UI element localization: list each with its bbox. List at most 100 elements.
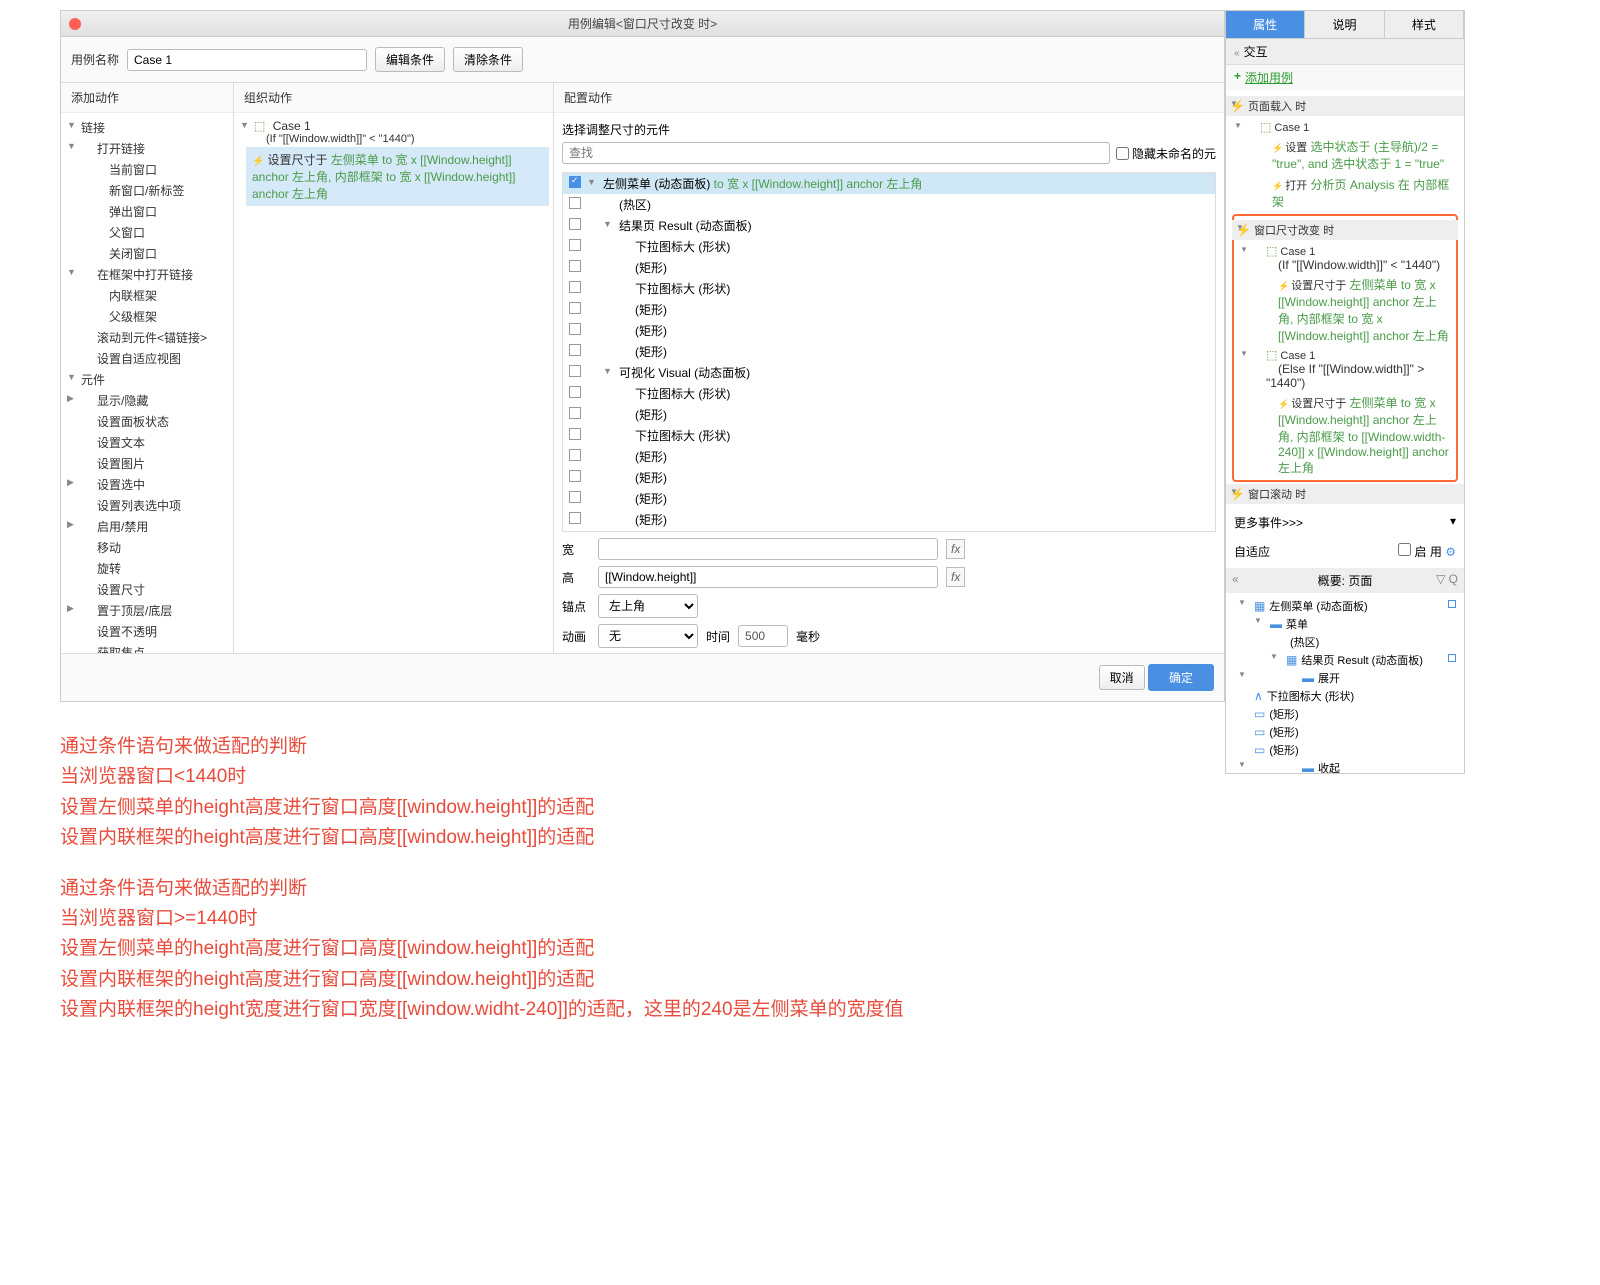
width-input[interactable] [598,538,938,560]
widget-row[interactable]: 下拉图标大 (形状) [563,278,1215,299]
action-item[interactable]: 显示/隐藏 [61,390,233,411]
widget-list[interactable]: ▼左侧菜单 (动态面板) to 宽 x [[Window.height]] an… [562,172,1216,532]
widget-row[interactable]: ▼结果页 Result (动态面板) [563,215,1215,236]
action-item[interactable]: 设置文本 [61,432,233,453]
action-group[interactable]: 元件 [61,369,233,390]
case-node[interactable]: ⬚ Case 1(Else If "[[Window.width]]" > "1… [1236,346,1454,392]
row-checkbox[interactable] [569,281,581,293]
widget-row[interactable]: (矩形) [563,446,1215,467]
outline-item[interactable]: (热区) [1230,633,1460,651]
search-input[interactable] [562,142,1110,164]
widget-row[interactable]: (热区) [563,194,1215,215]
more-events-dropdown[interactable]: 更多事件>>>▾ [1226,510,1464,535]
case-node[interactable]: ⬚ Case 1(If "[[Window.width]]" < "1440") [1236,242,1454,274]
action-node[interactable]: 设置尺寸于 左侧菜单 to 宽 x [[Window.height]] anch… [1236,274,1454,346]
outline-item[interactable]: ▭(矩形) [1230,705,1460,723]
height-input[interactable] [598,566,938,588]
row-checkbox[interactable] [569,302,581,314]
row-checkbox[interactable] [569,491,581,503]
fx-button-height[interactable]: fx [946,567,965,587]
widget-row[interactable]: (矩形) [563,341,1215,362]
tab-properties[interactable]: 属性 [1226,11,1305,39]
widget-row[interactable]: (矩形) [563,488,1215,509]
action-item[interactable]: 旋转 [61,558,233,579]
widget-row[interactable]: (矩形) [563,404,1215,425]
row-checkbox[interactable] [569,176,581,188]
close-icon[interactable] [69,18,81,30]
gear-icon[interactable]: ⚙ [1445,545,1456,559]
case-node[interactable]: ⬚ Case 1 (If "[[Window.width]]" < "1440"… [234,117,553,147]
row-checkbox[interactable] [569,386,581,398]
action-item[interactable]: 设置图片 [61,453,233,474]
action-node[interactable]: 设置尺寸于 左侧菜单 to 宽 x [[Window.height]] anch… [1236,392,1454,478]
row-checkbox[interactable] [569,344,581,356]
action-item[interactable]: 设置面板状态 [61,411,233,432]
row-checkbox[interactable] [569,512,581,524]
action-item[interactable]: 滚动到元件<锚链接> [61,327,233,348]
action-subgroup[interactable]: 在框架中打开链接 [61,264,233,285]
row-checkbox[interactable] [569,365,581,377]
widget-row[interactable]: (矩形) [563,467,1215,488]
action-item[interactable]: 内联框架 [61,285,233,306]
widget-row[interactable]: ▼左侧菜单 (动态面板) to 宽 x [[Window.height]] an… [563,173,1215,194]
ok-button[interactable]: 确定 [1148,664,1214,691]
action-item[interactable]: 弹出窗口 [61,201,233,222]
outline-item[interactable]: ∧下拉图标大 (形状) [1230,687,1460,705]
anchor-select[interactable]: 左上角 [598,594,698,618]
action-item[interactable]: 设置选中 [61,474,233,495]
case-node[interactable]: ⬚ Case 1 [1230,118,1460,136]
action-item[interactable]: 关闭窗口 [61,243,233,264]
row-checkbox[interactable] [569,449,581,461]
cancel-button[interactable]: 取消 [1099,665,1145,690]
enable-checkbox[interactable] [1398,543,1411,556]
action-item[interactable]: 父窗口 [61,222,233,243]
widget-row[interactable]: ▼可视化 Visual (动态面板) [563,362,1215,383]
case-name-input[interactable] [127,49,367,71]
outline-item[interactable]: ▦结果页 Result (动态面板) [1230,651,1460,669]
action-item[interactable]: 新窗口/新标签 [61,180,233,201]
widget-row[interactable]: (矩形) [563,320,1215,341]
clear-condition-button[interactable]: 清除条件 [453,47,523,72]
widget-row[interactable]: (矩形) [563,257,1215,278]
widget-row[interactable]: (矩形) [563,299,1215,320]
widget-row[interactable]: 下拉图标大 (形状) [563,425,1215,446]
outline-item[interactable]: ▭(矩形) [1230,741,1460,759]
outline-item[interactable]: ▬展开 [1230,669,1460,687]
event-node[interactable]: ⚡ 窗口尺寸改变 时 [1232,220,1458,240]
row-checkbox[interactable] [569,260,581,272]
action-node[interactable]: 设置 选中状态于 (主导航)/2 = "true", and 选中状态于 1 =… [1230,136,1460,174]
add-case-link[interactable]: +添加用例 [1226,65,1464,90]
action-selected[interactable]: 设置尺寸于 左侧菜单 to 宽 x [[Window.height]] anch… [246,147,549,206]
widget-row[interactable]: (矩形) [563,530,1215,532]
edit-condition-button[interactable]: 编辑条件 [375,47,445,72]
tab-notes[interactable]: 说明 [1305,11,1384,39]
outline-item[interactable]: ▦左侧菜单 (动态面板) [1230,597,1460,615]
outline-item[interactable]: ▬菜单 [1230,615,1460,633]
action-node[interactable]: 打开 分析页 Analysis 在 内部框架 [1230,174,1460,212]
widget-row[interactable]: 下拉图标大 (形状) [563,383,1215,404]
row-checkbox[interactable] [569,470,581,482]
action-item[interactable]: 置于顶层/底层 [61,600,233,621]
widget-row[interactable]: (矩形) [563,509,1215,530]
action-item[interactable]: 父级框架 [61,306,233,327]
action-item[interactable]: 设置自适应视图 [61,348,233,369]
search-icon[interactable]: Q [1449,572,1458,586]
fx-button-width[interactable]: fx [946,539,965,559]
action-item[interactable]: 获取焦点 [61,642,233,653]
row-checkbox[interactable] [569,428,581,440]
filter-icon[interactable]: ▽ [1436,572,1445,586]
event-node[interactable]: ⚡ 窗口滚动 时 [1226,484,1464,504]
action-item[interactable]: 当前窗口 [61,159,233,180]
action-item[interactable]: 设置列表选中项 [61,495,233,516]
time-input[interactable] [738,625,788,647]
outline-item[interactable]: ▬收起 [1230,759,1460,773]
row-checkbox[interactable] [569,197,581,209]
hide-unnamed-checkbox[interactable]: 隐藏未命名的元 [1116,142,1216,164]
row-checkbox[interactable] [569,218,581,230]
action-item[interactable]: 移动 [61,537,233,558]
row-checkbox[interactable] [569,323,581,335]
outline-tree[interactable]: ▦左侧菜单 (动态面板)▬菜单(热区)▦结果页 Result (动态面板)▬展开… [1226,593,1464,773]
row-checkbox[interactable] [569,407,581,419]
widget-row[interactable]: 下拉图标大 (形状) [563,236,1215,257]
anim-select[interactable]: 无 [598,624,698,648]
